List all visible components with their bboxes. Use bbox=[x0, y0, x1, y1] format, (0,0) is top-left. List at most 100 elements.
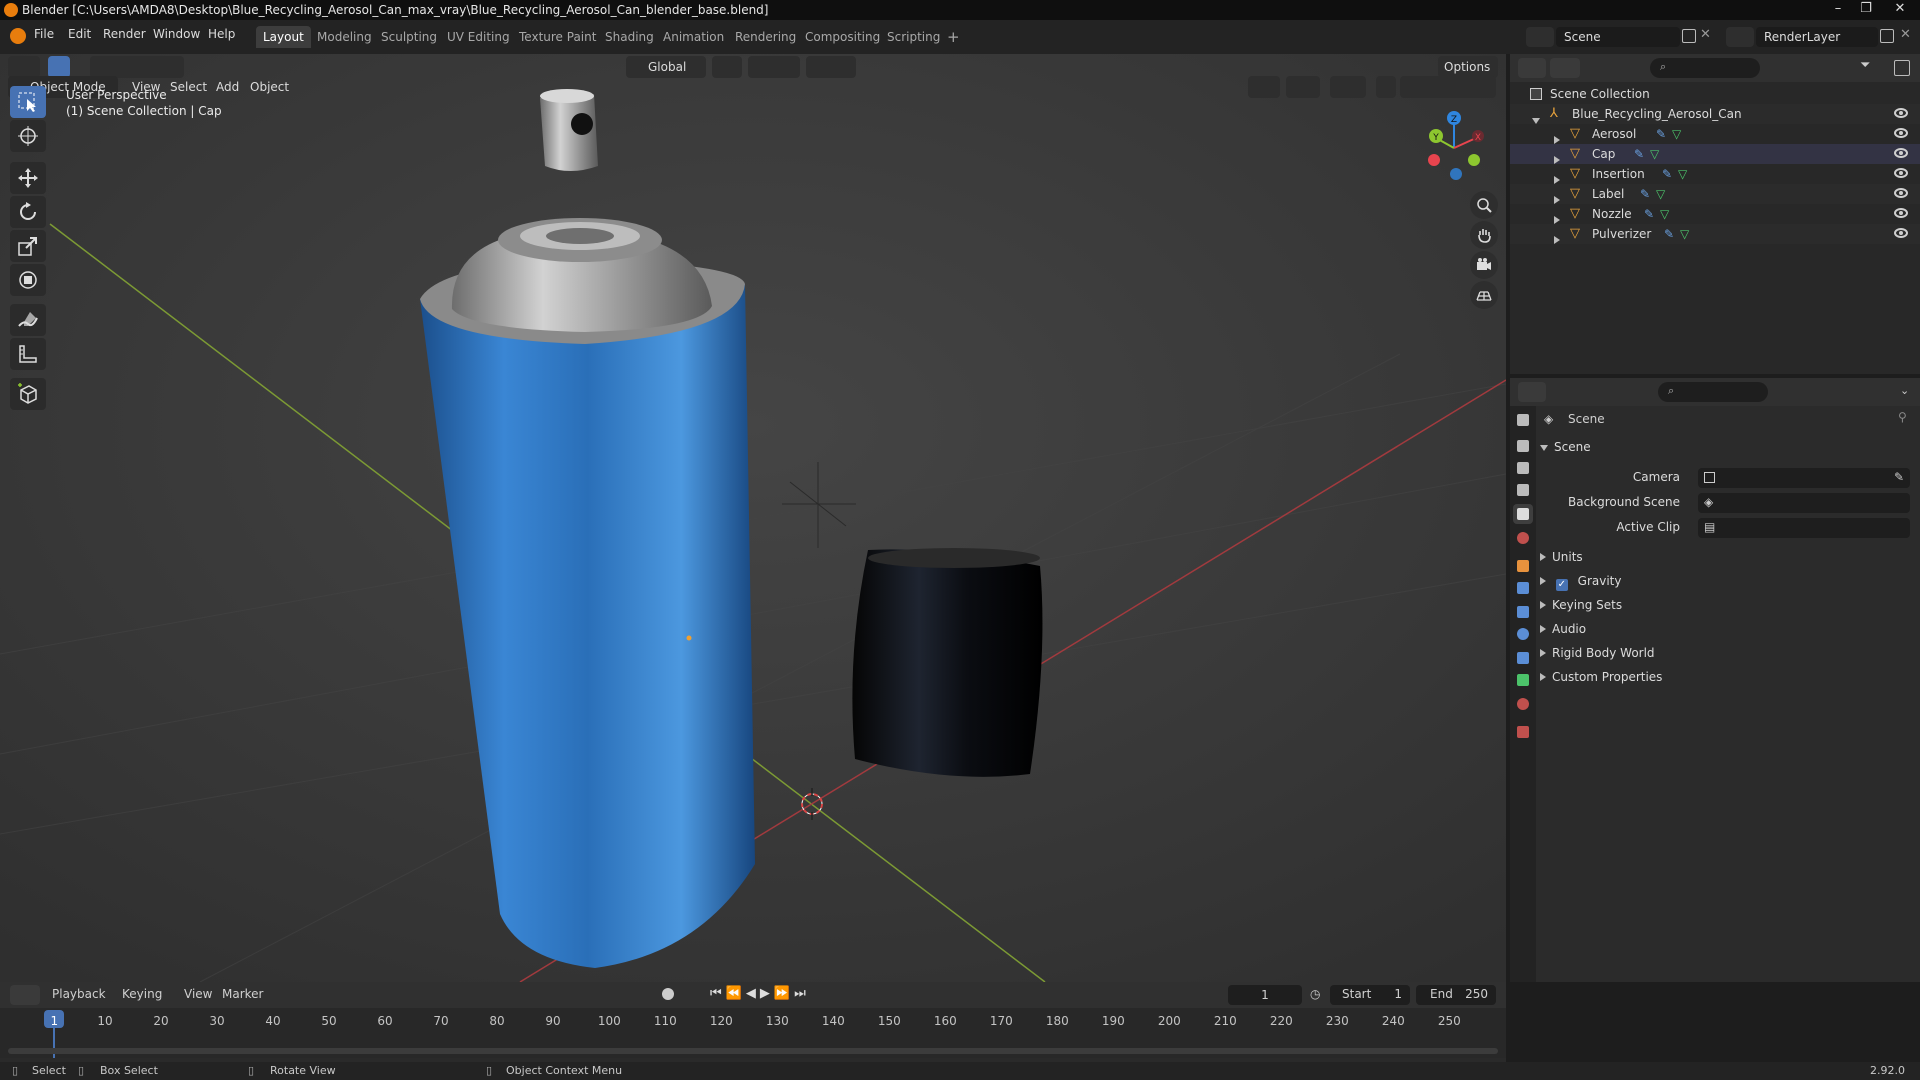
visibility-eye-icon[interactable] bbox=[1894, 108, 1908, 118]
menu-edit[interactable]: Edit bbox=[68, 27, 91, 41]
tab-layout[interactable]: Layout bbox=[256, 26, 311, 48]
new-collection-icon[interactable] bbox=[1894, 60, 1910, 76]
units-panel[interactable]: Units bbox=[1540, 550, 1583, 564]
tool-measure[interactable] bbox=[10, 338, 46, 370]
viewport-scene[interactable] bbox=[0, 54, 1506, 982]
remove-render-layer-icon[interactable]: ✕ bbox=[1900, 27, 1911, 42]
select-tool-icon[interactable] bbox=[48, 56, 70, 78]
tab-modeling[interactable]: Modeling bbox=[310, 26, 379, 48]
display-mode-icon[interactable] bbox=[1550, 58, 1580, 78]
end-frame-field[interactable]: End 250 bbox=[1416, 985, 1496, 1005]
outliner-search-input[interactable] bbox=[1650, 58, 1760, 78]
minimize-button[interactable]: – bbox=[1824, 0, 1852, 18]
tool-annotate[interactable] bbox=[10, 304, 46, 336]
properties-editor-type-icon[interactable] bbox=[1518, 382, 1546, 402]
add-workspace-button[interactable]: + bbox=[940, 26, 967, 48]
render-layer-selector[interactable]: RenderLayer bbox=[1756, 27, 1878, 47]
tool-add-cube[interactable] bbox=[10, 378, 46, 410]
outliner-collection-row[interactable]: ⅄ Blue_Recycling_Aerosol_Can bbox=[1510, 104, 1920, 124]
xray-icon[interactable] bbox=[1376, 76, 1396, 98]
options-button[interactable]: Options bbox=[1438, 56, 1498, 78]
expand-arrow-icon[interactable] bbox=[1554, 230, 1566, 250]
visibility-eye-icon[interactable] bbox=[1894, 128, 1908, 138]
blender-menu-icon[interactable] bbox=[10, 28, 26, 44]
visibility-eye-icon[interactable] bbox=[1894, 208, 1908, 218]
tool-cursor[interactable] bbox=[10, 120, 46, 152]
camera-view-button[interactable] bbox=[1470, 251, 1498, 279]
pin-icon[interactable]: ⚲ bbox=[1898, 410, 1907, 424]
menu-window[interactable]: Window bbox=[153, 27, 200, 41]
tab-physics[interactable] bbox=[1513, 624, 1533, 644]
scene-panel-header[interactable]: Scene bbox=[1540, 440, 1591, 454]
tab-scripting[interactable]: Scripting bbox=[880, 26, 947, 48]
menu-file[interactable]: File bbox=[34, 27, 54, 41]
tool-move[interactable] bbox=[10, 162, 46, 194]
tab-particles[interactable] bbox=[1513, 602, 1533, 622]
scene-selector[interactable]: Scene bbox=[1556, 27, 1680, 47]
maximize-button[interactable]: ❐ bbox=[1852, 0, 1880, 18]
record-icon[interactable] bbox=[662, 988, 674, 1000]
tab-compositing[interactable]: Compositing bbox=[798, 26, 887, 48]
tab-texture-paint[interactable]: Texture Paint bbox=[512, 26, 603, 48]
tool-rotate[interactable] bbox=[10, 196, 46, 228]
visibility-eye-icon[interactable] bbox=[1894, 228, 1908, 238]
outliner-item-nozzle[interactable]: ▽ Nozzle ✎ ▽ bbox=[1510, 204, 1920, 224]
tab-data[interactable] bbox=[1513, 670, 1533, 690]
tool-transform[interactable] bbox=[10, 264, 46, 296]
tab-tool[interactable] bbox=[1513, 410, 1533, 430]
tab-shading[interactable]: Shading bbox=[598, 26, 661, 48]
outliner-scene-collection[interactable]: Scene Collection bbox=[1510, 84, 1920, 104]
tab-constraints[interactable] bbox=[1513, 648, 1533, 668]
keying-sets-panel[interactable]: Keying Sets bbox=[1540, 598, 1622, 612]
tab-sculpting[interactable]: Sculpting bbox=[374, 26, 444, 48]
proportional-edit-icon[interactable] bbox=[806, 56, 856, 78]
timeline-menu-marker[interactable]: Marker bbox=[222, 987, 263, 1001]
current-frame-field[interactable]: 1 bbox=[1228, 985, 1302, 1005]
outliner-editor-type-icon[interactable] bbox=[1518, 58, 1546, 78]
viewport-menu-object[interactable]: Object bbox=[250, 80, 289, 94]
new-scene-icon[interactable] bbox=[1682, 29, 1696, 43]
timeline-scrollbar[interactable] bbox=[8, 1048, 1498, 1054]
tool-select-box[interactable] bbox=[10, 86, 46, 118]
properties-search-input[interactable] bbox=[1658, 382, 1768, 402]
ortho-toggle-button[interactable] bbox=[1470, 281, 1498, 309]
gravity-panel[interactable]: ✓ Gravity bbox=[1540, 574, 1621, 591]
shading-mode-icons[interactable] bbox=[1400, 76, 1496, 98]
camera-field[interactable]: ✎ bbox=[1698, 468, 1910, 488]
pan-button[interactable] bbox=[1470, 221, 1498, 249]
remove-scene-icon[interactable]: ✕ bbox=[1700, 27, 1711, 42]
active-clip-field[interactable]: ▤ bbox=[1698, 518, 1910, 538]
tab-object[interactable] bbox=[1513, 556, 1533, 576]
audio-panel[interactable]: Audio bbox=[1540, 622, 1586, 636]
start-frame-field[interactable]: Start 1 bbox=[1330, 985, 1410, 1005]
outliner-item-insertion[interactable]: ▽ Insertion ✎ ▽ bbox=[1510, 164, 1920, 184]
menu-help[interactable]: Help bbox=[208, 27, 235, 41]
rigid-body-world-panel[interactable]: Rigid Body World bbox=[1540, 646, 1655, 660]
tab-animation[interactable]: Animation bbox=[656, 26, 731, 48]
viewport-menu-select[interactable]: Select bbox=[170, 80, 207, 94]
gravity-checkbox[interactable]: ✓ bbox=[1555, 579, 1568, 591]
timeline-menu-view[interactable]: View bbox=[184, 987, 212, 1001]
3d-viewport[interactable]: Global Options Object Mode View Select A… bbox=[0, 54, 1506, 982]
pivot-point-icon[interactable] bbox=[712, 56, 742, 78]
tab-uv-editing[interactable]: UV Editing bbox=[440, 26, 517, 48]
menu-render[interactable]: Render bbox=[103, 27, 146, 41]
gizmo-toggle-icon[interactable] bbox=[1286, 76, 1320, 98]
tab-texture[interactable] bbox=[1513, 722, 1533, 742]
timeline-menu-playback[interactable]: Playback bbox=[52, 987, 106, 1001]
timeline-menu-keying[interactable]: Keying bbox=[122, 987, 162, 1001]
playback-controls-icon[interactable]: ⏮⏪◀▶⏩⏭ bbox=[710, 986, 810, 1001]
eyedropper-icon[interactable]: ✎ bbox=[1894, 470, 1904, 484]
visibility-eye-icon[interactable] bbox=[1894, 188, 1908, 198]
filter-icon[interactable]: ⏷ bbox=[1860, 58, 1890, 78]
visibility-eye-icon[interactable] bbox=[1894, 148, 1908, 158]
tab-rendering[interactable]: Rendering bbox=[728, 26, 803, 48]
render-layer-browse-icon[interactable] bbox=[1726, 27, 1754, 47]
new-render-layer-icon[interactable] bbox=[1880, 29, 1894, 43]
transform-orientation[interactable]: Global bbox=[626, 56, 706, 78]
editor-type-icon[interactable] bbox=[8, 56, 40, 78]
close-window-button[interactable]: ✕ bbox=[1880, 0, 1920, 18]
viewport-menu-add[interactable]: Add bbox=[216, 80, 239, 94]
outliner-item-label[interactable]: ▽ Label ✎ ▽ bbox=[1510, 184, 1920, 204]
selection-mode-icons[interactable] bbox=[90, 56, 184, 78]
